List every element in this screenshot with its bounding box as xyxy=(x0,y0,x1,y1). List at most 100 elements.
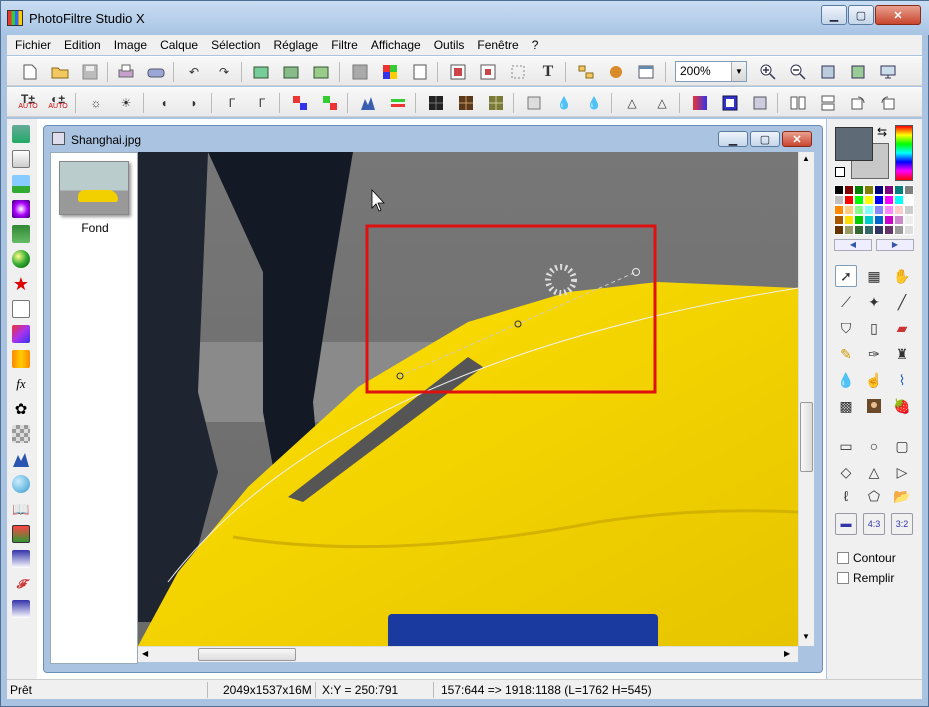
palette-swatch[interactable] xyxy=(904,195,914,205)
palette-swatch[interactable] xyxy=(834,185,844,195)
palette-swatch[interactable] xyxy=(864,205,874,215)
gradient-icon[interactable] xyxy=(691,94,709,112)
save-2000-icon[interactable] xyxy=(12,550,30,568)
rotate-left-icon[interactable] xyxy=(849,94,867,112)
layer-thumbnail[interactable] xyxy=(59,161,129,215)
swap-colors-icon[interactable]: ⇆ xyxy=(877,125,887,139)
save-html-icon[interactable] xyxy=(12,600,30,618)
document-icon[interactable] xyxy=(12,150,30,168)
palette-swatch[interactable] xyxy=(854,195,864,205)
palette-swatch[interactable] xyxy=(864,195,874,205)
palette-swatch[interactable] xyxy=(854,215,864,225)
palette-swatch[interactable] xyxy=(854,205,864,215)
auto-contrast-icon[interactable]: ◐± AUTO xyxy=(48,93,67,112)
zoom-out-icon[interactable] xyxy=(789,63,807,81)
vertical-scrollbar[interactable]: ▲ ▼ xyxy=(798,152,814,646)
diamond-shape-icon[interactable]: ◇ xyxy=(835,461,857,483)
paste-image-icon[interactable] xyxy=(283,63,301,81)
sharpen-drop-icon[interactable]: 💧 xyxy=(585,94,603,112)
layer-doc-icon[interactable] xyxy=(411,63,429,81)
fill-bucket-icon[interactable]: ⛉ xyxy=(835,317,857,339)
palette-swatch[interactable] xyxy=(904,185,914,195)
menu-filtre[interactable]: Filtre xyxy=(323,35,363,55)
rectangle-shape-icon[interactable]: ▭ xyxy=(835,435,857,457)
copy-image-icon[interactable] xyxy=(253,63,271,81)
palette-swatch[interactable] xyxy=(834,205,844,215)
star-icon[interactable]: ★ xyxy=(12,274,30,294)
palette-swatch[interactable] xyxy=(894,225,904,235)
gradient-fill-icon[interactable] xyxy=(12,350,30,368)
color-balance-icon[interactable] xyxy=(389,94,407,112)
maximize-button[interactable]: ▢ xyxy=(848,5,874,25)
palette-swatch[interactable] xyxy=(854,185,864,195)
plugin-icon[interactable] xyxy=(607,63,625,81)
palette-swatch[interactable] xyxy=(864,215,874,225)
brightness-up-icon[interactable]: ☀ xyxy=(117,94,135,112)
palette-next-button[interactable]: ▶ xyxy=(876,239,914,251)
doc-minimize-button[interactable]: ▁ xyxy=(718,131,748,147)
document-titlebar[interactable]: Shanghai.jpg ▁ ▢ ✕ xyxy=(44,126,822,152)
checker-icon[interactable] xyxy=(12,425,30,443)
palette-swatch[interactable] xyxy=(894,215,904,225)
minimize-button[interactable]: ▁ xyxy=(821,5,847,25)
scroll-left-icon[interactable]: ◀ xyxy=(142,649,148,658)
ratio-free-icon[interactable]: ▬ xyxy=(835,513,857,535)
palette-swatch[interactable] xyxy=(864,185,874,195)
zoom-select[interactable]: 200% ▼ xyxy=(675,61,747,82)
blur-drop-icon[interactable]: 💧 xyxy=(555,94,573,112)
histogram-icon[interactable] xyxy=(359,94,377,112)
magic-wand-icon[interactable]: ✦ xyxy=(863,291,885,313)
menu-reglage[interactable]: Réglage xyxy=(265,35,323,55)
menu-edition[interactable]: Edition xyxy=(56,35,106,55)
palette-swatch[interactable] xyxy=(884,225,894,235)
menu-fichier[interactable]: Fichier xyxy=(7,35,56,55)
mosaic-brown-icon[interactable] xyxy=(457,94,475,112)
reset-colors-icon[interactable] xyxy=(835,167,845,177)
saturation-down-icon[interactable] xyxy=(291,94,309,112)
menu-affichage[interactable]: Affichage xyxy=(363,35,426,55)
palette-swatch[interactable] xyxy=(904,215,914,225)
note-icon[interactable] xyxy=(12,300,30,318)
horizontal-scroll-thumb[interactable] xyxy=(198,648,296,661)
horizontal-scrollbar[interactable]: ◀ ▶ xyxy=(138,646,798,662)
mountain-histogram-icon[interactable] xyxy=(12,450,30,468)
load-shape-folder-icon[interactable]: 📂 xyxy=(891,485,913,507)
contour-option[interactable]: Contour xyxy=(837,551,896,565)
eyedropper-icon[interactable]: ⟋ xyxy=(835,291,857,313)
rounded-rect-shape-icon[interactable]: ▢ xyxy=(891,435,913,457)
crop-select-icon[interactable] xyxy=(509,63,527,81)
image-size-icon[interactable] xyxy=(449,63,467,81)
menu-calque[interactable]: Calque xyxy=(152,35,203,55)
fullscreen-icon[interactable] xyxy=(879,63,897,81)
flip-horizontal-icon[interactable] xyxy=(789,94,807,112)
palette-swatch[interactable] xyxy=(844,205,854,215)
mosaic-olive-icon[interactable] xyxy=(487,94,505,112)
palette-swatch[interactable] xyxy=(874,195,884,205)
scan-icon[interactable] xyxy=(147,63,165,81)
palette-prev-button[interactable]: ◀ xyxy=(834,239,872,251)
line-tool-icon[interactable]: ╱ xyxy=(891,291,913,313)
palette-swatch[interactable] xyxy=(874,225,884,235)
triangle-shape-icon[interactable]: △ xyxy=(863,461,885,483)
right-triangle-shape-icon[interactable]: ▷ xyxy=(891,461,913,483)
advanced-brush-icon[interactable]: ✑ xyxy=(863,343,885,365)
color-spectrum[interactable] xyxy=(895,125,913,181)
hand-tool-icon[interactable]: ✋ xyxy=(891,265,913,287)
frame-icon[interactable] xyxy=(721,94,739,112)
actual-size-icon[interactable] xyxy=(849,63,867,81)
chevron-down-icon[interactable]: ▼ xyxy=(731,62,746,81)
emboss-icon[interactable]: △ xyxy=(623,94,641,112)
ellipse-shape-icon[interactable]: ○ xyxy=(863,435,885,457)
title-bar[interactable]: PhotoFiltre Studio X ▁ ▢ ✕ xyxy=(1,1,929,35)
palette-swatch[interactable] xyxy=(854,225,864,235)
clone-brush-icon[interactable]: ⌇ xyxy=(891,369,913,391)
gamma-down-icon[interactable]: Γ xyxy=(223,94,241,112)
palette-swatch[interactable] xyxy=(834,215,844,225)
smudge-icon[interactable]: ☝ xyxy=(863,369,885,391)
palette-swatch[interactable] xyxy=(884,205,894,215)
palette-swatch[interactable] xyxy=(844,185,854,195)
saturation-up-icon[interactable] xyxy=(321,94,339,112)
open-folder-icon[interactable] xyxy=(51,63,69,81)
palette-swatch[interactable] xyxy=(884,215,894,225)
glow-icon[interactable] xyxy=(12,200,30,218)
